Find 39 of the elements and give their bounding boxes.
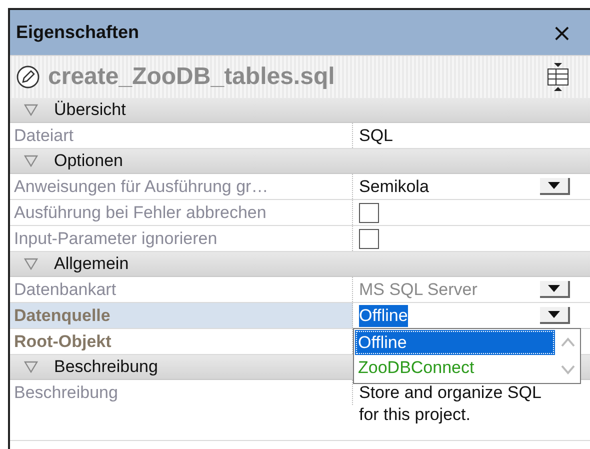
caret-icon bbox=[548, 182, 560, 189]
property-value: Store and organize SQL for this project. bbox=[359, 382, 542, 426]
close-button[interactable]: × bbox=[550, 20, 574, 44]
collapse-all-icon[interactable] bbox=[546, 62, 570, 92]
property-row[interactable]: Anweisungen für Ausführung gr… Semikola bbox=[10, 174, 590, 200]
property-label: Beschreibung bbox=[10, 380, 353, 405]
caret-icon bbox=[548, 285, 560, 292]
caret-icon bbox=[548, 311, 560, 318]
checkbox[interactable] bbox=[359, 202, 379, 222]
dropdown-option[interactable]: Offline bbox=[355, 330, 555, 355]
section-title: Übersicht bbox=[54, 100, 126, 120]
dropdown-button[interactable] bbox=[540, 178, 570, 195]
panel-title: Eigenschaften bbox=[16, 22, 140, 43]
section-header[interactable]: Übersicht bbox=[10, 98, 590, 123]
section-header[interactable]: Allgemein bbox=[10, 252, 590, 277]
property-label: Ausführung bei Fehler abbrechen bbox=[10, 200, 353, 225]
section-title: Allgemein bbox=[54, 254, 129, 274]
section-title: Optionen bbox=[54, 151, 123, 171]
dropdown-option[interactable]: ZooDBConnect bbox=[355, 355, 555, 380]
file-name: create_ZooDB_tables.sql bbox=[48, 63, 336, 91]
expand-triangle-icon[interactable] bbox=[24, 155, 38, 167]
dropdown-value[interactable]: Offline bbox=[359, 304, 408, 326]
expand-triangle-icon[interactable] bbox=[24, 361, 38, 373]
pencil-icon bbox=[16, 65, 40, 89]
checkbox[interactable] bbox=[359, 228, 379, 248]
property-label: Datenquelle bbox=[10, 303, 353, 328]
property-label: Input-Parameter ignorieren bbox=[10, 226, 353, 251]
section-header[interactable]: Optionen bbox=[10, 149, 590, 174]
dropdown-value[interactable]: Semikola bbox=[359, 176, 429, 198]
expand-triangle-icon[interactable] bbox=[24, 104, 38, 116]
property-row[interactable]: Beschreibung Store and organize SQL for this project. bbox=[10, 380, 590, 441]
property-label: Dateiart bbox=[10, 123, 353, 148]
property-label: Root-Objekt bbox=[10, 329, 353, 354]
property-label: Datenbankart bbox=[10, 277, 353, 302]
property-value: SQL bbox=[359, 124, 394, 146]
section-title: Beschreibung bbox=[54, 357, 158, 377]
property-label: Anweisungen für Ausführung gr… bbox=[10, 174, 353, 199]
expand-triangle-icon[interactable] bbox=[24, 258, 38, 270]
dropdown-button[interactable] bbox=[540, 307, 570, 324]
